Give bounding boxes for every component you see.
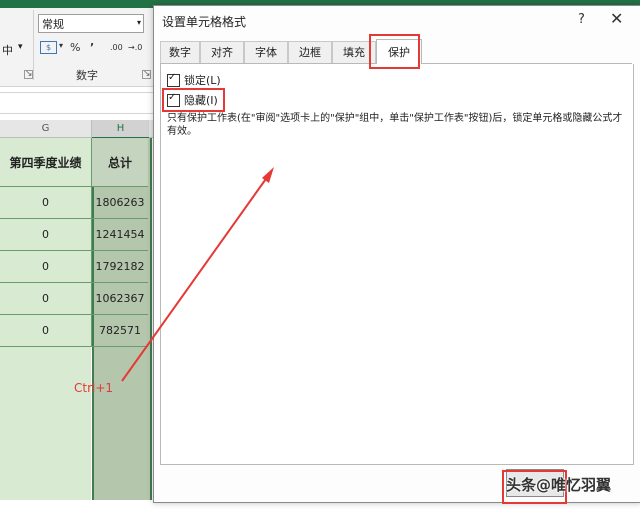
watermark: 头条@唯忆羽翼: [506, 476, 612, 494]
annotation-arrow: [121, 167, 274, 382]
